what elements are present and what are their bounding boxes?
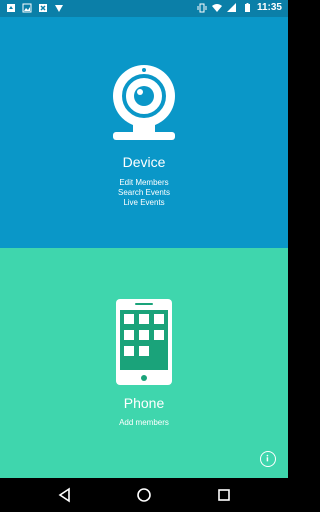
phone-icon <box>116 299 172 385</box>
recents-icon[interactable] <box>216 487 232 503</box>
battery-icon <box>244 2 250 12</box>
status-bar: 11:35 <box>0 0 288 17</box>
webcam-icon <box>113 65 175 140</box>
home-icon[interactable] <box>136 487 152 503</box>
signal-icon <box>226 2 236 12</box>
device-link-edit-members[interactable]: Edit Members <box>0 178 288 188</box>
nav-bar <box>0 478 288 512</box>
sync-icon <box>39 4 47 12</box>
phone-panel[interactable]: Phone Add members <box>0 248 288 478</box>
wifi-icon <box>211 3 222 12</box>
phone-title[interactable]: Phone <box>0 395 288 411</box>
device-panel[interactable]: Device Edit Members Search Events Live E… <box>0 17 288 248</box>
info-icon <box>266 454 269 462</box>
image-icon <box>22 3 32 13</box>
device-link-live-events[interactable]: Live Events <box>0 198 288 208</box>
status-time: 11:35 <box>256 2 282 13</box>
device-title[interactable]: Device <box>0 154 288 170</box>
alert-icon <box>55 5 63 12</box>
info-button[interactable] <box>260 451 276 467</box>
back-icon[interactable] <box>57 487 73 503</box>
vibrate-icon <box>197 3 207 12</box>
notification-icon <box>7 4 15 12</box>
phone-link-add-members[interactable]: Add members <box>0 418 288 428</box>
device-link-search-events[interactable]: Search Events <box>0 188 288 198</box>
